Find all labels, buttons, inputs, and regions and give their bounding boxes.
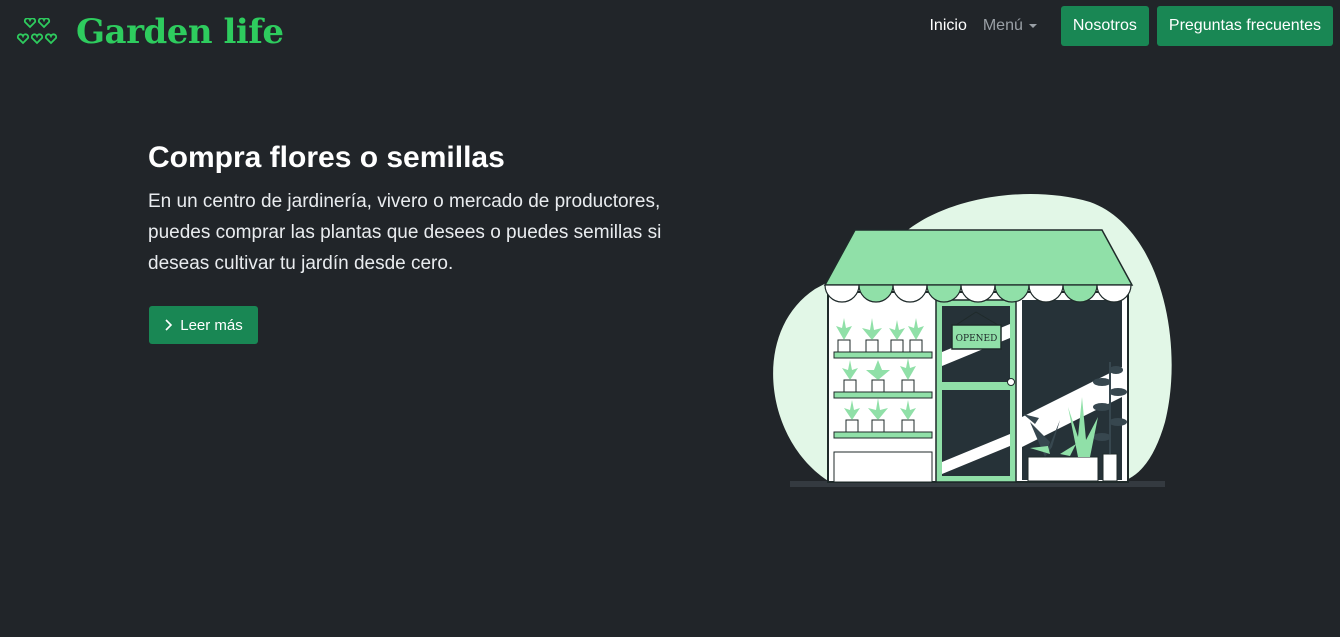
brand-name: Garden life (76, 12, 284, 52)
read-more-button[interactable]: Leer más (149, 306, 258, 344)
brand[interactable]: Garden life (16, 10, 284, 54)
nosotros-button[interactable]: Nosotros (1060, 6, 1149, 46)
hero-text: En un centro de jardinería, vivero o mer… (148, 191, 662, 274)
faq-button[interactable]: Preguntas frecuentes (1156, 6, 1333, 46)
opened-sign: OPENED (956, 334, 998, 344)
nav-dropdown-label: Menú (982, 17, 1023, 34)
navbar: Garden life Inicio Menú Nosotros Pregunt… (0, 0, 1340, 62)
nav-links: Inicio Menú Nosotros Preguntas frecuente… (921, 6, 1333, 46)
chevron-right-icon (165, 319, 173, 331)
hearts-icon (16, 18, 58, 45)
read-more-label: Leer más (180, 316, 243, 334)
caret-down-icon (1028, 24, 1037, 28)
nav-link-inicio[interactable]: Inicio (921, 17, 974, 35)
hero-title: Compra flores o semillas (148, 141, 505, 174)
nav-dropdown-menu[interactable]: Menú (975, 17, 1045, 35)
flower-shop-illustration: OPENED (773, 194, 1172, 487)
